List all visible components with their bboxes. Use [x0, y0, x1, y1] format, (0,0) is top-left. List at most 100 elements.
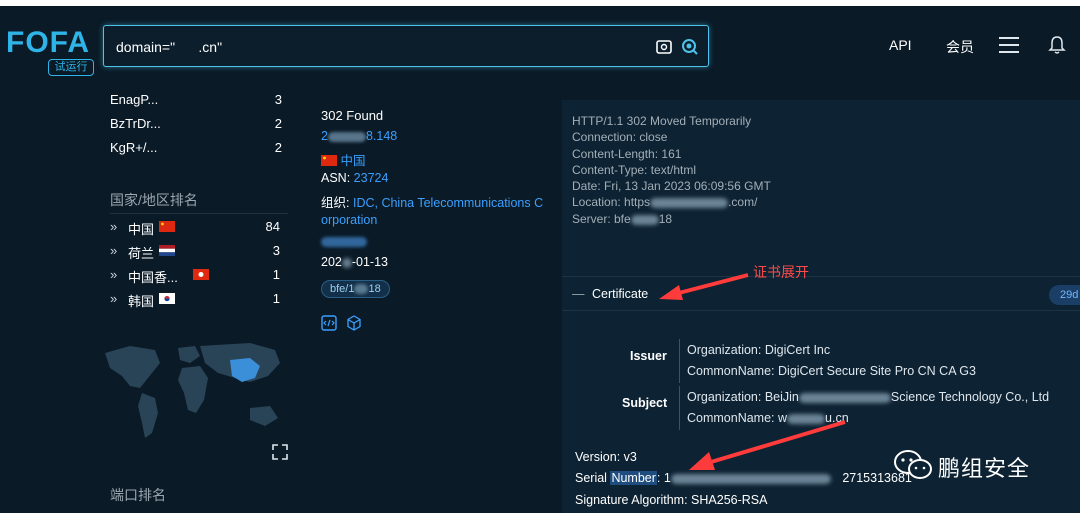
issuer-common-name: CommonName: DigiCert Secure Site Pro CN … [687, 364, 976, 378]
chevron-right-icon: » [110, 219, 118, 234]
org-row-cont: orporation [321, 213, 377, 227]
logo-text: FOFA [6, 26, 90, 59]
http-status: 302 Found [321, 108, 384, 123]
fofa-logo[interactable]: FOFA 试运行 [6, 26, 94, 76]
ip-suffix: 8.148 [365, 129, 398, 143]
serial-prefix: 1 [663, 471, 671, 485]
tag-prefix: bfe/1 [330, 283, 355, 295]
korea-flag-icon [159, 293, 175, 304]
stat-count: 2 [274, 140, 282, 155]
tag-suffix: 18 [368, 283, 381, 295]
bell-icon[interactable] [1048, 35, 1066, 55]
search-input[interactable] [116, 37, 636, 57]
country-name: 中国香... [128, 270, 178, 285]
nav-member[interactable]: 会员 [946, 37, 974, 57]
asn-row: ASN: 23724 [321, 171, 388, 185]
chevron-right-icon: » [110, 243, 118, 258]
country-item-hongkong[interactable]: » 中国香... 1 [110, 267, 280, 285]
server-prefix: Server: bfe [572, 211, 631, 226]
trial-badge: 试运行 [48, 59, 94, 76]
nav-api[interactable]: API [889, 37, 912, 53]
watermark-text: 鹏组安全 [938, 456, 1031, 481]
subject-org-prefix: Organization: BeiJin [687, 390, 799, 404]
subject-organization: Organization: BeiJin Science Technology C… [687, 390, 1049, 404]
http-line: Content-Type: text/html [572, 162, 697, 177]
location-suffix: .com/ [728, 195, 758, 210]
redacted-tag [354, 284, 369, 295]
search-box[interactable] [103, 25, 709, 67]
redacted-location [650, 198, 729, 209]
http-line: HTTP/1.1 302 Moved Temporarily [572, 114, 752, 128]
stat-row[interactable]: EnagP... 3 [110, 92, 282, 110]
redacted-org [798, 392, 891, 403]
netherlands-flag-icon [159, 245, 175, 256]
stat-row[interactable]: KgR+/... 2 [110, 140, 282, 158]
http-header-block: HTTP/1.1 302 Moved Temporarily Connectio… [572, 113, 771, 227]
serial-colon: : [656, 471, 661, 485]
asn-link[interactable]: 23724 [354, 171, 389, 185]
country-row[interactable]: 中国 [321, 150, 366, 169]
china-flag-icon [321, 155, 337, 166]
redacted-ip [327, 131, 366, 142]
country-item-netherlands[interactable]: » 荷兰 3 [110, 243, 280, 261]
http-line: Date: Fri, 13 Jan 2023 06:09:56 GMT [572, 179, 771, 194]
org-link-cont[interactable]: orporation [321, 213, 377, 227]
host-row[interactable] [321, 234, 367, 248]
certificate-title: Certificate [591, 287, 649, 301]
http-server-line: Server: bfe 18 [572, 211, 771, 227]
country-name: 荷兰 [128, 246, 155, 261]
cert-serial-number: Serial Number: 1 2715313681 [575, 471, 912, 485]
image-search-icon[interactable] [655, 38, 673, 56]
country-ranking-title: 国家/地区排名 [110, 192, 198, 208]
search-icon[interactable] [681, 38, 699, 56]
top-strip [0, 0, 1080, 6]
hongkong-flag-icon [193, 269, 209, 280]
country-count: 84 [265, 219, 280, 234]
serial-label: Serial [575, 471, 607, 485]
cert-signature-algorithm: Signature Algorithm: SHA256-RSA [575, 493, 768, 507]
ip-prefix: 2 [321, 129, 328, 143]
annotation-arrow-icon [659, 273, 749, 300]
watermark: 鹏组安全 [893, 449, 1053, 481]
stat-label: KgR+/... [110, 140, 158, 155]
location-prefix: Location: https [572, 195, 651, 210]
ip-address[interactable]: 2 8.148 [321, 129, 397, 143]
date-row: 202 -01-13 [321, 255, 388, 269]
divider [679, 339, 680, 383]
server-tag[interactable]: bfe/1 18 [321, 280, 390, 298]
code-icon[interactable] [321, 315, 337, 331]
redacted-serial [670, 473, 831, 484]
asn-label: ASN: [321, 171, 351, 185]
country-name: 韩国 [128, 294, 155, 309]
cube-icon[interactable] [346, 315, 362, 331]
org-link[interactable]: IDC, China Telecommunications C [353, 196, 543, 210]
serial-highlight: Number [610, 471, 657, 485]
stat-label: BzTrDr... [110, 116, 161, 131]
stat-count: 3 [274, 92, 282, 107]
stat-label: EnagP... [110, 92, 159, 107]
divider [562, 276, 1080, 277]
stat-row[interactable]: BzTrDr... 2 [110, 116, 282, 134]
country-name: 中国 [128, 222, 155, 237]
certificate-toggle[interactable]: — Certificate [572, 287, 648, 301]
expand-icon[interactable] [272, 444, 288, 460]
annotation-label: 证书展开 [753, 264, 809, 280]
certificate-hash-badge[interactable]: 29d [1049, 285, 1080, 305]
issuer-label: Issuer [630, 349, 667, 363]
date-suffix: -01-13 [351, 255, 388, 269]
subject-label: Subject [622, 396, 668, 410]
world-map[interactable] [100, 338, 290, 448]
country-count: 1 [272, 291, 280, 306]
chevron-right-icon: » [110, 291, 118, 306]
stat-count: 2 [274, 116, 282, 131]
hamburger-menu-icon[interactable] [999, 37, 1019, 53]
country-count: 3 [272, 243, 280, 258]
issuer-organization: Organization: DigiCert Inc [687, 343, 831, 357]
country-link[interactable]: 中国 [340, 154, 365, 168]
country-item-korea[interactable]: » 韩国 1 [110, 291, 280, 309]
country-item-china[interactable]: » 中国 84 [110, 219, 280, 237]
port-ranking-title: 端口排名 [110, 487, 166, 503]
subject-org-suffix: Science Technology Co., Ltd [890, 390, 1050, 404]
redacted-server [630, 214, 659, 225]
collapse-icon: — [572, 287, 585, 301]
